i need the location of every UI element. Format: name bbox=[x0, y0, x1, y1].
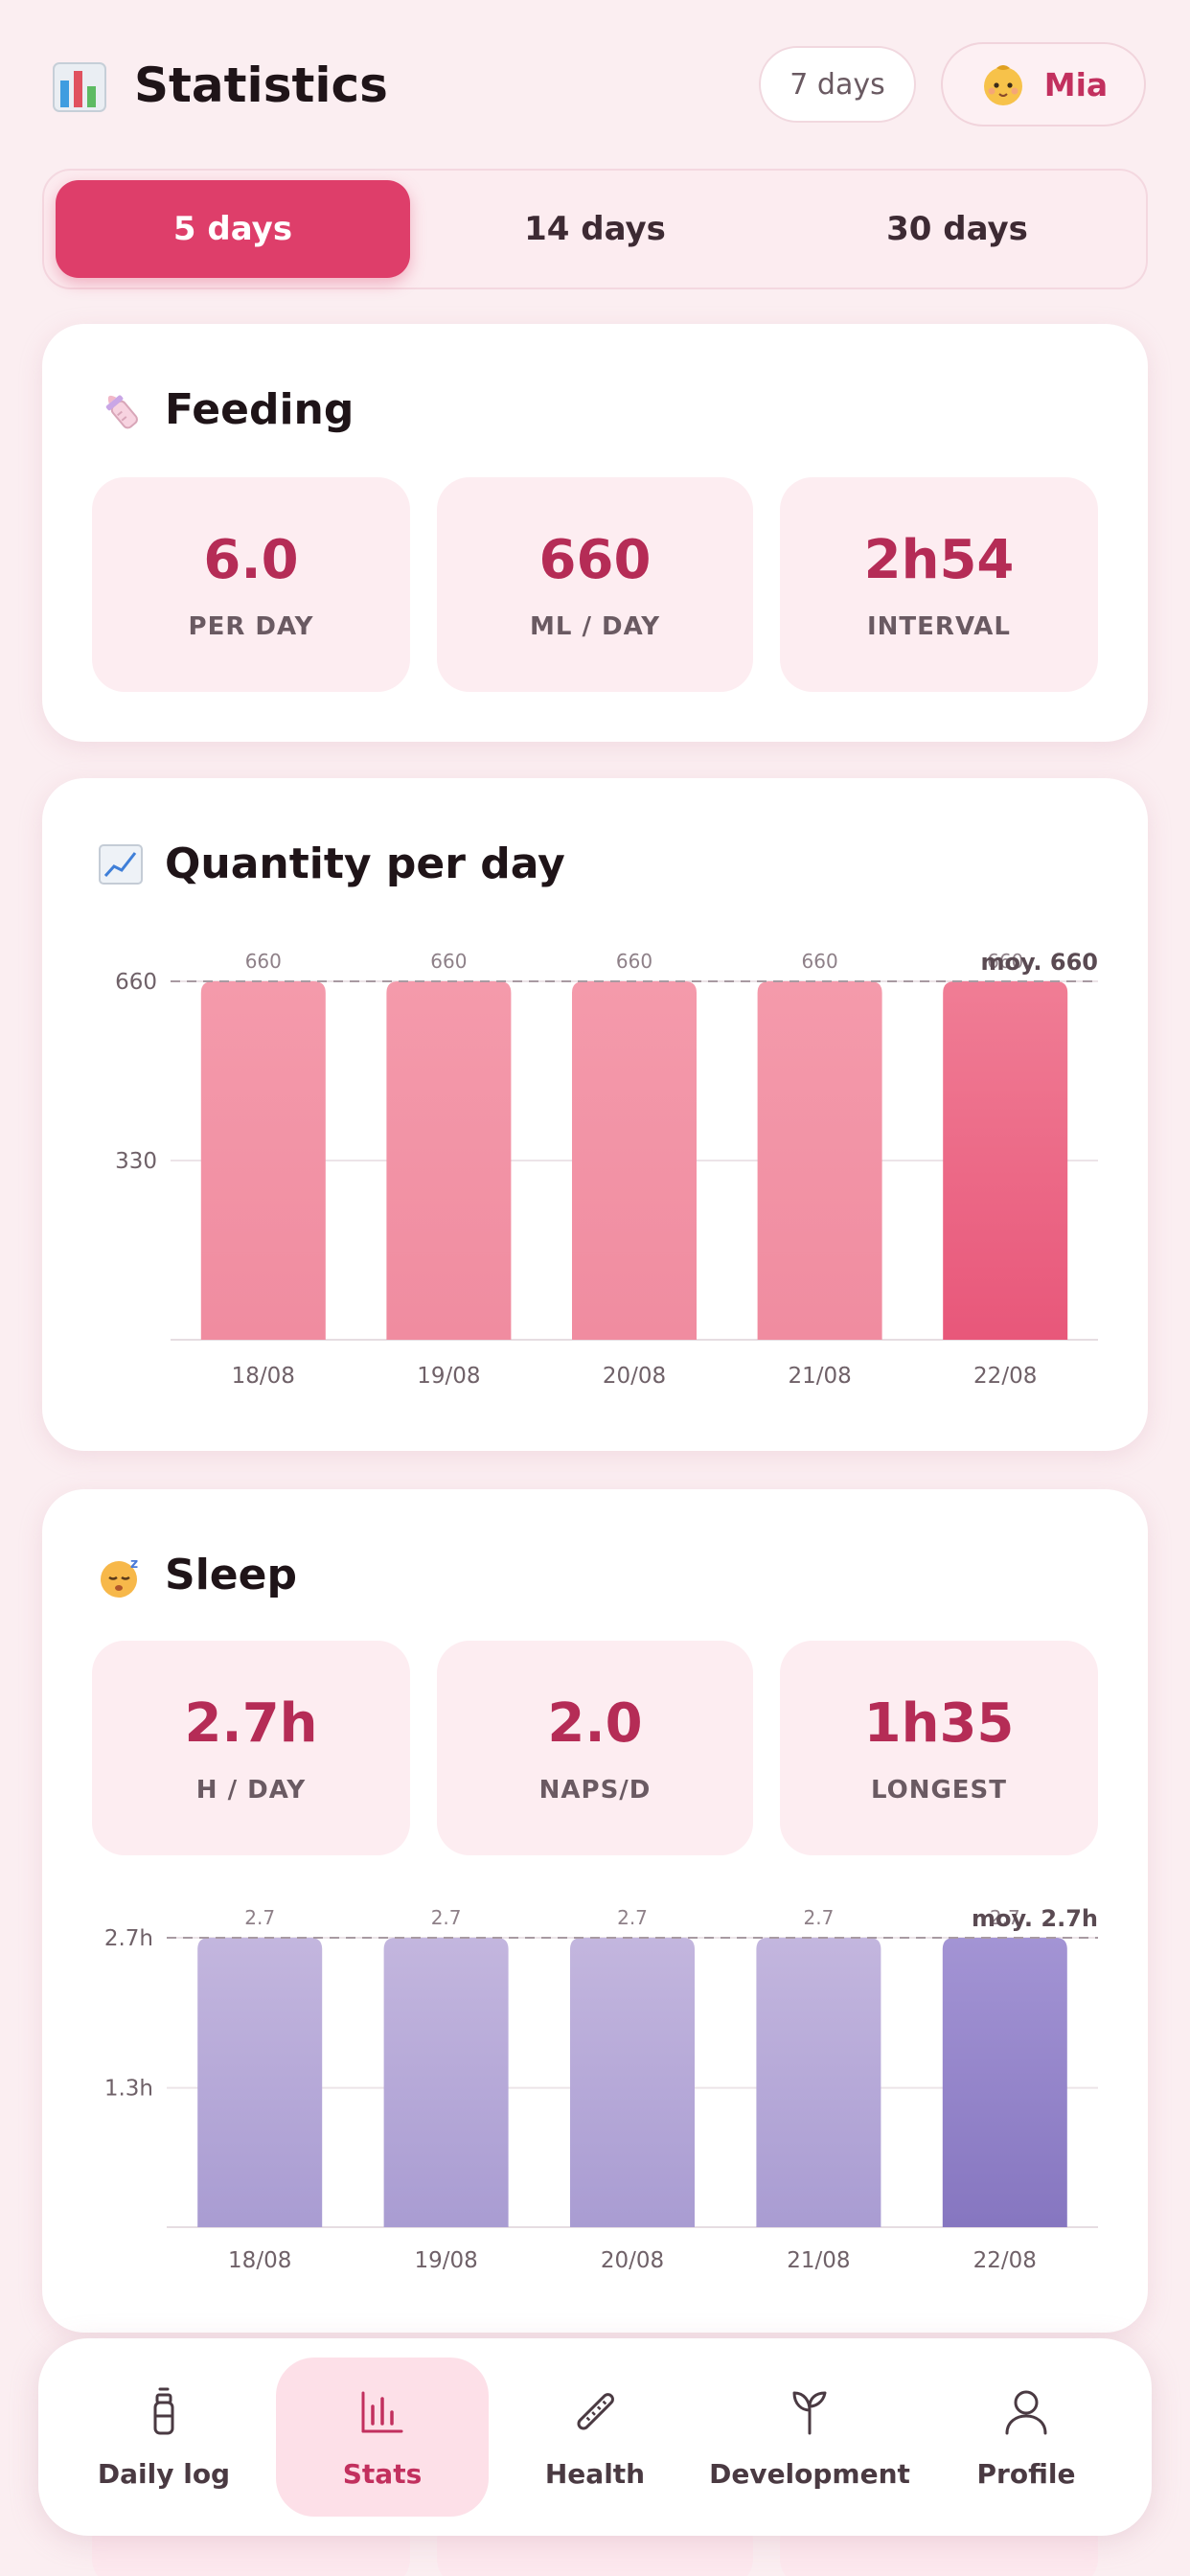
stat-value: 2h54 bbox=[863, 528, 1015, 591]
sleep-bar-chart: 1.3h 2.7h 2.7 18/08 2.7 19/08 2.7 20/08 2.7 21/08… bbox=[104, 1905, 1098, 2273]
bar-value-label: 2.7 bbox=[617, 1906, 648, 1929]
bar[interactable] bbox=[572, 981, 697, 1340]
person-icon bbox=[1005, 2390, 1047, 2434]
x-tick-label: 20/08 bbox=[601, 2248, 664, 2273]
bar[interactable] bbox=[757, 981, 882, 1340]
baby-bottle-icon bbox=[105, 395, 138, 429]
baby-icon bbox=[983, 65, 1022, 105]
thermometer-icon bbox=[577, 2392, 614, 2430]
nav-label: Stats bbox=[342, 2457, 423, 2490]
segment-5-days[interactable]: 5 days bbox=[56, 180, 410, 278]
stat-label: INTERVAL bbox=[867, 611, 1011, 641]
bar[interactable] bbox=[383, 1938, 509, 2227]
nav-profile[interactable]: Profile bbox=[920, 2358, 1133, 2517]
y-tick-label: 330 bbox=[115, 1149, 157, 1174]
nav-health[interactable]: Health bbox=[489, 2358, 701, 2517]
bar[interactable] bbox=[756, 1938, 881, 2227]
x-tick-label: 19/08 bbox=[414, 2248, 477, 2273]
page-title: Statistics bbox=[134, 58, 388, 113]
bar-value-label: 660 bbox=[245, 950, 282, 973]
bar-value-label: 660 bbox=[616, 950, 652, 973]
nav-label: Development bbox=[709, 2457, 910, 2490]
sleep-title: Sleep bbox=[165, 1551, 297, 1599]
stat-value: 1h35 bbox=[863, 1691, 1015, 1755]
sleeping-face-icon: z bbox=[101, 1556, 138, 1598]
stat-value: 6.0 bbox=[203, 528, 299, 591]
stat-interval: 2h54 INTERVAL bbox=[780, 477, 1098, 692]
bar[interactable] bbox=[386, 981, 512, 1340]
x-tick-label: 18/08 bbox=[228, 2248, 291, 2273]
feeding-title: Feeding bbox=[165, 385, 355, 434]
stat-label: LONGEST bbox=[870, 1775, 1008, 1805]
quantity-title: Quantity per day bbox=[165, 840, 565, 888]
bar-value-label: 2.7 bbox=[803, 1906, 834, 1929]
x-tick-label: 19/08 bbox=[417, 1364, 480, 1389]
quantity-bar-chart: 33066066018/0866019/0866020/0866021/0866… bbox=[115, 949, 1098, 1389]
stat-value: 2.7h bbox=[184, 1691, 318, 1755]
nav-label: Daily log bbox=[97, 2457, 231, 2490]
bar[interactable] bbox=[200, 981, 326, 1340]
bar[interactable] bbox=[943, 981, 1068, 1340]
segment-14-days[interactable]: 14 days bbox=[418, 180, 772, 278]
bar-value-label: 2.7 bbox=[431, 1906, 462, 1929]
y-tick-label: 1.3h bbox=[104, 2077, 153, 2102]
x-tick-label: 18/08 bbox=[232, 1364, 295, 1389]
y-tick-label: 2.7h bbox=[104, 1926, 153, 1951]
bar-chart-icon bbox=[361, 2391, 403, 2432]
bottle-icon bbox=[153, 2387, 174, 2434]
stat-label: PER DAY bbox=[188, 611, 314, 641]
stat-label: H / DAY bbox=[195, 1775, 307, 1805]
segment-30-days[interactable]: 30 days bbox=[780, 180, 1134, 278]
x-tick-label: 20/08 bbox=[603, 1364, 666, 1389]
x-tick-label: 21/08 bbox=[788, 1364, 851, 1389]
bar-value-label: 660 bbox=[430, 950, 467, 973]
bar-chart-emoji-icon bbox=[53, 62, 106, 112]
average-label: moy. 660 bbox=[980, 949, 1098, 976]
stat-value: 2.0 bbox=[547, 1691, 643, 1755]
bar[interactable] bbox=[942, 1938, 1067, 2227]
stat-label: NAPS/D bbox=[538, 1775, 652, 1805]
range-pill-button[interactable]: 7 days bbox=[759, 46, 916, 123]
average-label: moy. 2.7h bbox=[972, 1905, 1098, 1932]
profile-switcher-button[interactable]: Mia bbox=[941, 42, 1146, 126]
nav-daily-log[interactable]: Daily log bbox=[57, 2358, 270, 2517]
stat-ml-per-day: 660 ML / DAY bbox=[437, 477, 753, 692]
stat-value: 660 bbox=[538, 528, 652, 591]
stat-longest: 1h35 LONGEST bbox=[780, 1641, 1098, 1855]
line-chart-icon bbox=[99, 844, 143, 885]
svg-text:z: z bbox=[130, 1556, 138, 1572]
bar[interactable] bbox=[570, 1938, 695, 2227]
x-tick-label: 22/08 bbox=[973, 1364, 1037, 1389]
bar-value-label: 2.7 bbox=[244, 1906, 275, 1929]
stat-hours-per-day: 2.7h H / DAY bbox=[92, 1641, 410, 1855]
profile-name: Mia bbox=[1043, 65, 1109, 104]
stat-per-day: 6.0 PER DAY bbox=[92, 477, 410, 692]
stat-naps-per-day: 2.0 NAPS/D bbox=[437, 1641, 753, 1855]
nav-label: Health bbox=[544, 2457, 646, 2490]
bar[interactable] bbox=[197, 1938, 323, 2227]
nav-development[interactable]: Development bbox=[703, 2358, 916, 2517]
stat-label: ML / DAY bbox=[529, 611, 661, 641]
y-tick-label: 660 bbox=[115, 970, 157, 995]
nav-stats[interactable]: Stats bbox=[276, 2358, 489, 2517]
sprout-icon bbox=[792, 2391, 827, 2434]
x-tick-label: 21/08 bbox=[787, 2248, 850, 2273]
bar-value-label: 660 bbox=[802, 950, 838, 973]
x-tick-label: 22/08 bbox=[973, 2248, 1037, 2273]
nav-label: Profile bbox=[976, 2457, 1076, 2490]
